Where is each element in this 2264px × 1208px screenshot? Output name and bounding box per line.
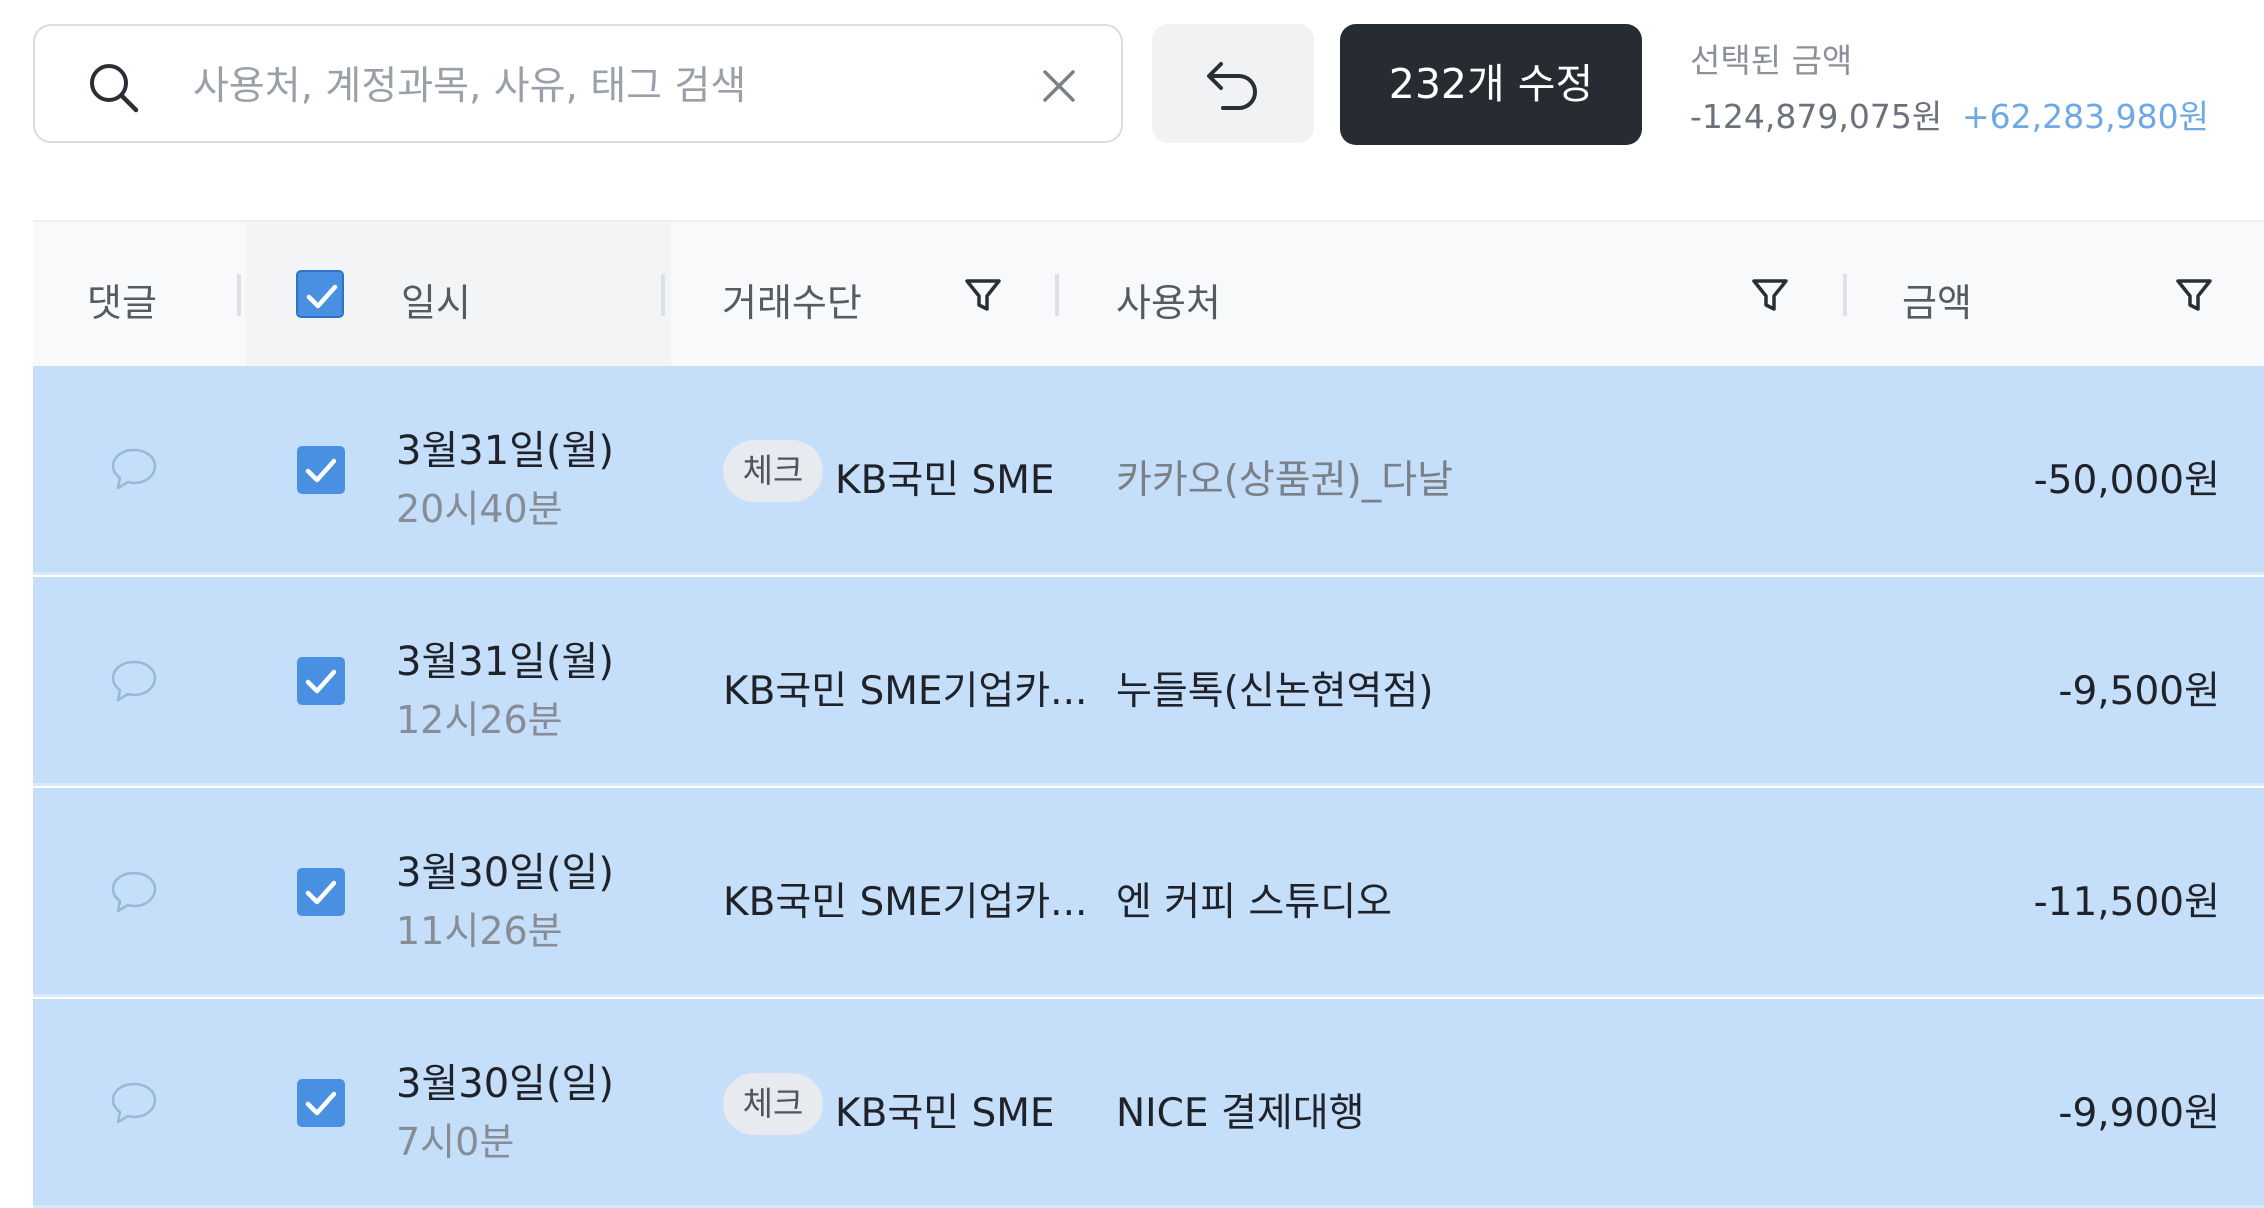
filter-icon[interactable] (1750, 275, 1790, 315)
clear-icon[interactable] (1039, 66, 1079, 106)
filter-icon[interactable] (963, 275, 1003, 315)
search-box[interactable] (33, 24, 1123, 143)
transaction-time: 20시40분 (396, 487, 563, 531)
transaction-amount: -50,000원 (2033, 458, 2220, 503)
transaction-amount: -9,500원 (2058, 669, 2220, 714)
column-separator[interactable] (237, 274, 241, 316)
row-checkbox[interactable] (297, 868, 345, 916)
selected-amount-label: 선택된 금액 (1690, 41, 1853, 80)
check-icon (305, 880, 337, 905)
comment-icon[interactable] (110, 869, 158, 915)
table-header: 댓글 일시 거래수단 사용처 금액 (33, 220, 2264, 366)
card-type-badge: 체크 (723, 1073, 823, 1135)
transactions-table: 댓글 일시 거래수단 사용처 금액 3월31일(월) 20시40분 체크 KB국… (33, 220, 2264, 1208)
merchant-name: NICE 결제대행 (1116, 1091, 1365, 1136)
merchant-name: 누들톡(신논현역점) (1116, 669, 1434, 714)
transaction-date: 3월30일(일) (396, 850, 614, 896)
transaction-date: 3월30일(일) (396, 1061, 614, 1107)
merchant-name: 엔 커피 스튜디오 (1116, 880, 1392, 925)
comment-icon[interactable] (110, 658, 158, 704)
column-separator[interactable] (1843, 274, 1847, 316)
table-row[interactable]: 3월31일(월) 12시26분 KB국민 SME기업카... 누들톡(신논현역점… (33, 577, 2264, 786)
transaction-date: 3월31일(월) (396, 639, 614, 685)
column-header-method[interactable]: 거래수단 (722, 272, 862, 327)
transaction-date: 3월31일(월) (396, 428, 614, 474)
column-separator[interactable] (661, 274, 665, 316)
transaction-time: 12시26분 (396, 698, 563, 742)
comment-icon[interactable] (110, 446, 158, 492)
payment-method: KB국민 SME기업카... (723, 669, 1088, 714)
transaction-amount: -9,900원 (2058, 1091, 2220, 1136)
payment-method: KB국민 SME기업카... (723, 880, 1088, 925)
column-header-comment: 댓글 (87, 281, 157, 325)
column-header-amount[interactable]: 금액 (1902, 272, 1972, 327)
search-icon (90, 64, 139, 113)
undo-button[interactable] (1152, 24, 1314, 143)
check-icon (305, 1091, 337, 1116)
table-row[interactable]: 3월30일(일) 11시26분 KB국민 SME기업카... 엔 커피 스튜디오… (33, 788, 2264, 997)
table-row[interactable]: 3월31일(월) 20시40분 체크 KB국민 SME 카카오(상품권)_다날 … (33, 366, 2264, 575)
row-checkbox[interactable] (297, 657, 345, 705)
payment-method: KB국민 SME (835, 458, 1055, 503)
filter-icon[interactable] (2174, 275, 2214, 315)
column-header-datetime[interactable]: 일시 (401, 272, 471, 327)
payment-method: KB국민 SME (835, 1091, 1055, 1136)
check-icon (305, 669, 337, 694)
select-all-checkbox[interactable] (296, 270, 344, 318)
comment-icon[interactable] (110, 1080, 158, 1126)
selected-negative-total: -124,879,075원 (1690, 97, 1943, 136)
row-checkbox[interactable] (297, 1079, 345, 1127)
search-input[interactable] (191, 46, 995, 126)
transaction-time: 7시0분 (396, 1120, 515, 1164)
merchant-name: 카카오(상품권)_다날 (1116, 458, 1453, 503)
bulk-edit-button[interactable]: 232개 수정 (1340, 24, 1642, 145)
column-header-merchant[interactable]: 사용처 (1116, 272, 1221, 327)
column-separator[interactable] (1055, 274, 1059, 316)
transaction-amount: -11,500원 (2033, 880, 2220, 925)
table-row[interactable]: 3월30일(일) 7시0분 체크 KB국민 SME NICE 결제대행 -9,9… (33, 999, 2264, 1208)
selected-positive-total: +62,283,980원 (1962, 97, 2209, 136)
check-icon (305, 458, 337, 483)
transaction-time: 11시26분 (396, 909, 563, 953)
undo-icon (1207, 62, 1257, 110)
card-type-badge: 체크 (723, 440, 823, 502)
row-checkbox[interactable] (297, 446, 345, 494)
check-icon (306, 284, 338, 309)
